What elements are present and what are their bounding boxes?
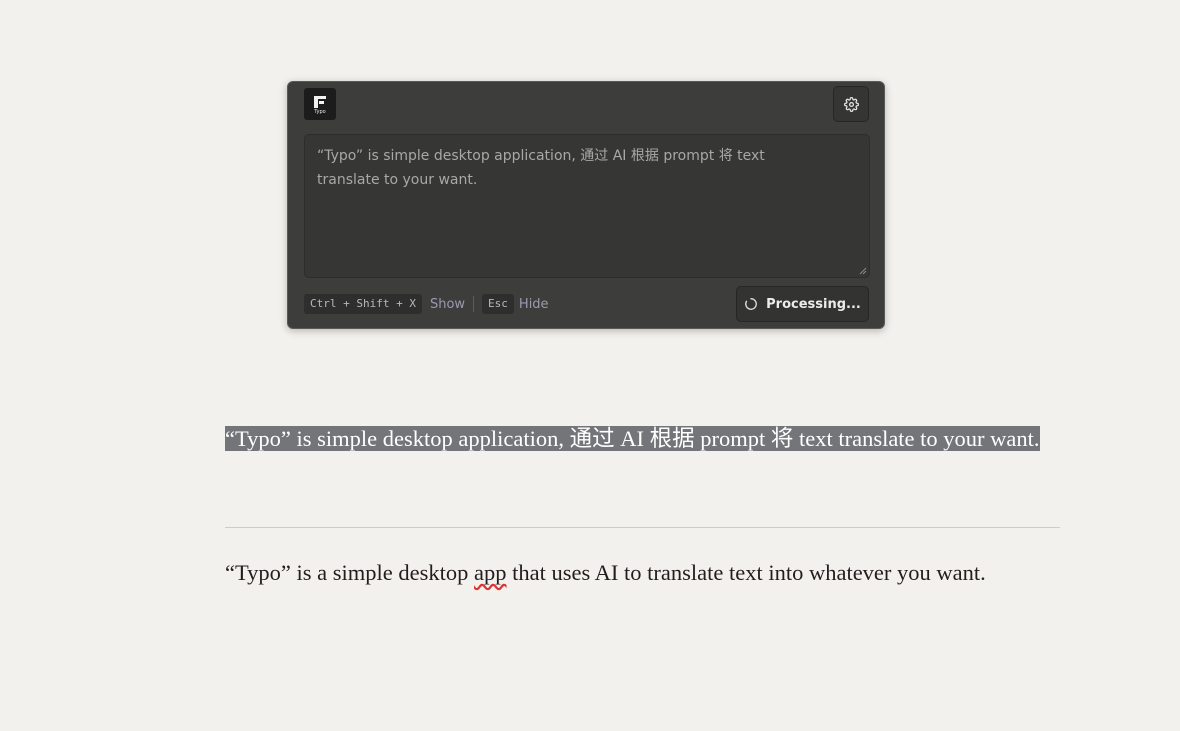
- typo-logo-text: Typo: [314, 109, 326, 115]
- processing-button[interactable]: Processing...: [736, 286, 869, 322]
- result-text-after: that uses AI to translate text into what…: [506, 560, 986, 585]
- typo-window: Typo “Typo” is simple desktop applicatio…: [287, 81, 885, 329]
- show-shortcut-label: Show: [429, 296, 466, 312]
- spinner-icon: [745, 298, 758, 310]
- result-paragraph[interactable]: “Typo” is a simple desktop app that uses…: [225, 556, 1045, 591]
- typo-logo: Typo: [304, 88, 336, 120]
- hide-shortcut-keys: Esc: [482, 294, 514, 314]
- selected-text[interactable]: “Typo” is simple desktop application, 通过…: [225, 426, 1040, 451]
- spellcheck-word[interactable]: app: [474, 560, 507, 585]
- shortcut-hints: Ctrl + Shift + X Show Esc Hide: [304, 293, 549, 315]
- typo-logo-mark: [314, 96, 326, 108]
- processing-button-label: Processing...: [766, 296, 861, 312]
- result-text-before: “Typo” is a simple desktop: [225, 560, 475, 585]
- gear-icon: [843, 96, 859, 112]
- shortcut-divider: [473, 296, 475, 312]
- prompt-textarea-text: “Typo” is simple desktop application, 通过…: [317, 148, 765, 188]
- hide-shortcut-label: Hide: [518, 296, 549, 312]
- settings-button[interactable]: [833, 86, 869, 122]
- source-paragraph[interactable]: “Typo” is simple desktop application, 通过…: [225, 422, 1045, 457]
- prompt-textarea[interactable]: “Typo” is simple desktop application, 通过…: [304, 134, 870, 278]
- section-divider: [225, 527, 1060, 528]
- resize-handle-icon[interactable]: [859, 267, 867, 275]
- show-shortcut-keys: Ctrl + Shift + X: [304, 294, 422, 314]
